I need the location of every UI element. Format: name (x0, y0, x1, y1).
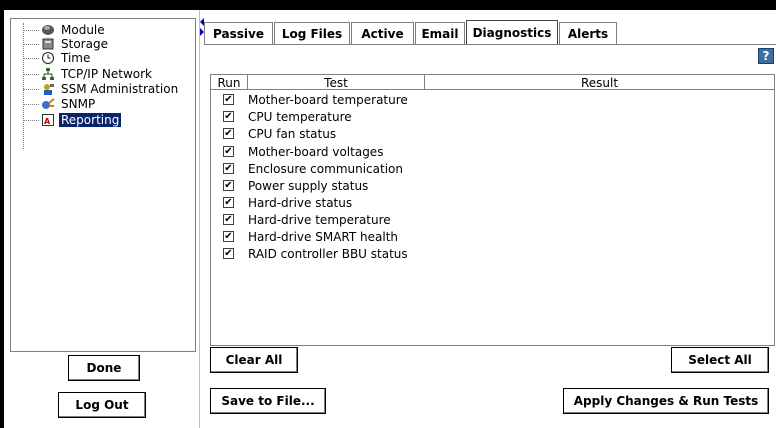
run-checkbox[interactable]: ✔ (223, 111, 234, 122)
clock-icon (41, 51, 55, 65)
test-name: Hard-drive status (248, 195, 353, 210)
tree-item-snmp[interactable]: SNMP (13, 97, 97, 111)
table-row[interactable]: ✔ RAID controller BBU status (211, 245, 408, 262)
svg-text:A: A (44, 117, 51, 126)
table-row[interactable]: ✔ Hard-drive SMART health (211, 228, 398, 245)
table-row[interactable]: ✔ Mother-board temperature (211, 91, 408, 108)
table-row[interactable]: ✔ Power supply status (211, 177, 368, 194)
table-row[interactable]: ✔ Hard-drive temperature (211, 211, 391, 228)
tree-item-ssm-admin[interactable]: SSM Administration (13, 82, 180, 96)
test-name: Mother-board temperature (248, 92, 408, 107)
run-checkbox[interactable]: ✔ (223, 180, 234, 191)
navigation-tree: Module Storage Time TCP/IP Network SSM A… (10, 18, 196, 352)
apply-run-tests-button[interactable]: Apply Changes & Run Tests (563, 388, 769, 414)
header-test[interactable]: Test (248, 75, 425, 90)
content-panel: Passive Log Files Active Email Diagnosti… (204, 10, 776, 428)
help-icon[interactable]: ? (758, 48, 774, 64)
table-row[interactable]: ✔ CPU temperature (211, 108, 352, 125)
test-name: RAID controller BBU status (248, 246, 408, 261)
run-checkbox[interactable]: ✔ (223, 94, 234, 105)
admin-icon (41, 82, 55, 96)
select-all-button[interactable]: Select All (671, 347, 769, 373)
module-icon (41, 23, 55, 37)
tab-log-files[interactable]: Log Files (274, 22, 350, 44)
test-name: CPU fan status (248, 126, 337, 141)
clear-all-button[interactable]: Clear All (210, 347, 298, 373)
test-name: Mother-board voltages (248, 144, 384, 159)
navigation-panel: Module Storage Time TCP/IP Network SSM A… (4, 10, 199, 428)
run-checkbox[interactable]: ✔ (223, 197, 234, 208)
run-checkbox[interactable]: ✔ (223, 128, 234, 139)
table-header: Run Test Result (211, 75, 774, 90)
run-checkbox[interactable]: ✔ (223, 231, 234, 242)
snmp-icon (41, 97, 55, 111)
run-checkbox[interactable]: ✔ (223, 248, 234, 259)
tab-passive[interactable]: Passive (204, 22, 273, 44)
tab-alerts[interactable]: Alerts (559, 22, 617, 44)
run-checkbox[interactable]: ✔ (223, 163, 234, 174)
done-button[interactable]: Done (68, 355, 140, 381)
tree-item-storage[interactable]: Storage (13, 37, 110, 51)
test-name: CPU temperature (248, 109, 352, 124)
logout-button[interactable]: Log Out (58, 392, 146, 418)
table-row[interactable]: ✔ Enclosure communication (211, 160, 403, 177)
tab-divider (204, 44, 776, 45)
tree-item-tcpip[interactable]: TCP/IP Network (13, 67, 154, 81)
table-row[interactable]: ✔ Mother-board voltages (211, 143, 383, 160)
tab-bar: Passive Log Files Active Email Diagnosti… (204, 20, 618, 44)
reporting-icon: A (41, 113, 55, 127)
save-to-file-button[interactable]: Save to File... (210, 388, 326, 414)
header-result[interactable]: Result (425, 75, 774, 90)
app-window: Module Storage Time TCP/IP Network SSM A… (0, 0, 776, 428)
network-icon (41, 67, 55, 81)
tab-diagnostics[interactable]: Diagnostics (466, 20, 558, 44)
table-row[interactable]: ✔ Hard-drive status (211, 194, 352, 211)
storage-icon (41, 37, 55, 51)
tree-item-reporting[interactable]: A Reporting (13, 113, 122, 127)
test-name: Power supply status (248, 178, 369, 193)
run-checkbox[interactable]: ✔ (223, 214, 234, 225)
tab-active[interactable]: Active (351, 22, 414, 44)
test-name: Hard-drive SMART health (248, 229, 399, 244)
test-name: Enclosure communication (248, 161, 403, 176)
table-row[interactable]: ✔ CPU fan status (211, 125, 336, 142)
tree-item-module[interactable]: Module (13, 23, 107, 37)
diagnostics-table: Run Test Result ✔ Mother-board temperatu… (210, 74, 775, 346)
tree-item-time[interactable]: Time (13, 51, 92, 65)
tab-email[interactable]: Email (415, 22, 465, 44)
test-name: Hard-drive temperature (248, 212, 391, 227)
run-checkbox[interactable]: ✔ (223, 146, 234, 157)
header-run[interactable]: Run (211, 75, 248, 90)
